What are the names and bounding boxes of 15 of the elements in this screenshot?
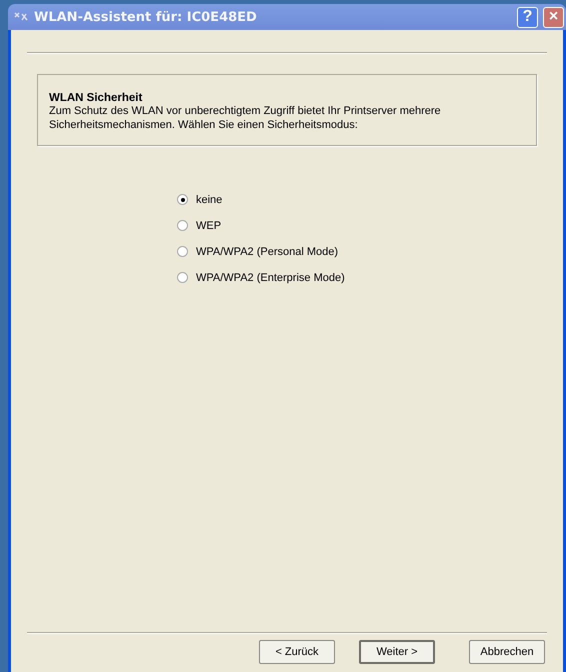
option-label[interactable]: keine bbox=[196, 194, 222, 206]
option-label[interactable]: WPA/WPA2 (Enterprise Mode) bbox=[196, 272, 345, 284]
radio-button[interactable] bbox=[177, 194, 188, 205]
header-description: Zum Schutz des WLAN vor unberechtigtem Zugriff bietet Ihr Printserver mehrere Sicherheitsmechanismen. Wählen Sie einen Sicherheitsmodus: bbox=[49, 104, 442, 132]
option-label[interactable]: WEP bbox=[196, 220, 222, 232]
wizard-button[interactable]: < Zurück bbox=[259, 640, 335, 664]
header-title: WLAN Sicherheit bbox=[49, 92, 144, 104]
radio-button[interactable] bbox=[177, 272, 188, 283]
radio-button[interactable] bbox=[177, 220, 188, 231]
radio-button[interactable] bbox=[177, 246, 188, 257]
wizard-button[interactable]: Abbrechen bbox=[469, 640, 545, 664]
option-label[interactable]: WPA/WPA2 (Personal Mode) bbox=[196, 246, 338, 258]
wizard-button[interactable]: Weiter > bbox=[359, 640, 435, 664]
window-title: WLAN-Assistent für: IC0E48ED bbox=[34, 10, 258, 24]
help-button[interactable]: ? bbox=[517, 6, 538, 28]
